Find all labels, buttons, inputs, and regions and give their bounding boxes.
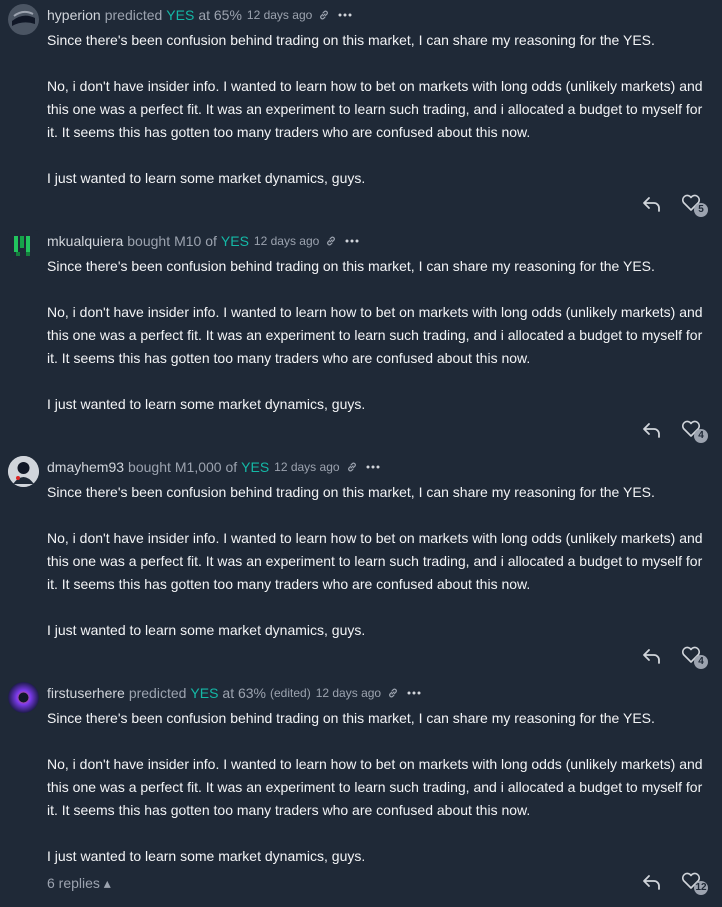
more-options-icon[interactable] xyxy=(338,13,352,17)
like-button[interactable]: 4 xyxy=(680,417,710,447)
reply-icon[interactable] xyxy=(640,193,662,220)
like-count: 12 xyxy=(694,881,708,895)
comment-body: Since there's been confusion behind trad… xyxy=(47,707,707,868)
comment-header: hyperion predicted YES at 65% 12 days ag… xyxy=(47,5,352,25)
probability-text: at 65% xyxy=(198,7,242,23)
link-icon[interactable] xyxy=(318,9,330,21)
comment-actions: 5 xyxy=(0,193,722,223)
timestamp[interactable]: 12 days ago xyxy=(274,460,339,474)
comment-paragraph: I just wanted to learn some market dynam… xyxy=(47,170,366,186)
link-icon[interactable] xyxy=(346,461,358,473)
avatar[interactable] xyxy=(8,4,39,35)
comment-paragraph: I just wanted to learn some market dynam… xyxy=(47,622,366,638)
comment-actions: 4 xyxy=(0,419,722,449)
comment-paragraph: No, i don't have insider info. I wanted … xyxy=(47,78,703,140)
amount-text: M1,000 of xyxy=(174,459,238,475)
outcome-badge: YES xyxy=(190,685,219,701)
comment-body: Since there's been confusion behind trad… xyxy=(47,255,707,416)
comment-paragraph: Since there's been confusion behind trad… xyxy=(47,484,655,500)
comment-body: Since there's been confusion behind trad… xyxy=(47,481,707,642)
action-text: predicted xyxy=(128,685,187,701)
avatar[interactable] xyxy=(8,682,39,713)
like-count: 4 xyxy=(694,429,708,443)
outcome-badge: YES xyxy=(166,7,195,23)
amount-text: M10 of xyxy=(174,233,217,249)
comment-paragraph: I just wanted to learn some market dynam… xyxy=(47,848,366,864)
timestamp[interactable]: 12 days ago xyxy=(316,686,381,700)
timestamp[interactable]: 12 days ago xyxy=(254,234,319,248)
action-text: bought xyxy=(127,233,171,249)
comment-body: Since there's been confusion behind trad… xyxy=(47,29,707,190)
reply-icon[interactable] xyxy=(640,871,662,898)
comment-header: dmayhem93 bought M1,000 of YES 12 days a… xyxy=(47,457,380,477)
outcome-badge: YES xyxy=(220,233,249,249)
username[interactable]: mkualquiera xyxy=(47,233,123,249)
username[interactable]: dmayhem93 xyxy=(47,459,124,475)
comment-paragraph: No, i don't have insider info. I wanted … xyxy=(47,756,703,818)
more-options-icon[interactable] xyxy=(407,691,421,695)
comment-actions: 4 xyxy=(0,645,722,675)
comment-paragraph: Since there's been confusion behind trad… xyxy=(47,710,655,726)
like-count: 5 xyxy=(694,203,708,217)
comment-paragraph: Since there's been confusion behind trad… xyxy=(47,258,655,274)
like-button[interactable]: 12 xyxy=(680,869,710,899)
more-options-icon[interactable] xyxy=(366,465,380,469)
reply-icon[interactable] xyxy=(640,419,662,446)
outcome-badge: YES xyxy=(241,459,270,475)
link-icon[interactable] xyxy=(387,687,399,699)
like-button[interactable]: 4 xyxy=(680,643,710,673)
comment-paragraph: No, i don't have insider info. I wanted … xyxy=(47,304,703,366)
comment-header: firstuserhere predicted YES at 63% (edit… xyxy=(47,683,421,703)
comment-header: mkualquiera bought M10 of YES 12 days ag… xyxy=(47,231,359,251)
like-button[interactable]: 5 xyxy=(680,191,710,221)
username[interactable]: hyperion xyxy=(47,7,101,23)
comment-paragraph: Since there's been confusion behind trad… xyxy=(47,32,655,48)
link-icon[interactable] xyxy=(325,235,337,247)
avatar[interactable] xyxy=(8,230,39,261)
reply-icon[interactable] xyxy=(640,645,662,672)
action-text: predicted xyxy=(104,7,163,23)
comment-paragraph: No, i don't have insider info. I wanted … xyxy=(47,530,703,592)
edited-label: (edited) xyxy=(270,686,311,700)
comment-paragraph: I just wanted to learn some market dynam… xyxy=(47,396,366,412)
avatar[interactable] xyxy=(8,456,39,487)
action-text: bought xyxy=(128,459,171,475)
more-options-icon[interactable] xyxy=(345,239,359,243)
username[interactable]: firstuserhere xyxy=(47,685,125,701)
like-count: 4 xyxy=(694,655,708,669)
timestamp[interactable]: 12 days ago xyxy=(247,8,312,22)
comment-actions: 12 xyxy=(0,871,722,901)
probability-text: at 63% xyxy=(222,685,267,701)
